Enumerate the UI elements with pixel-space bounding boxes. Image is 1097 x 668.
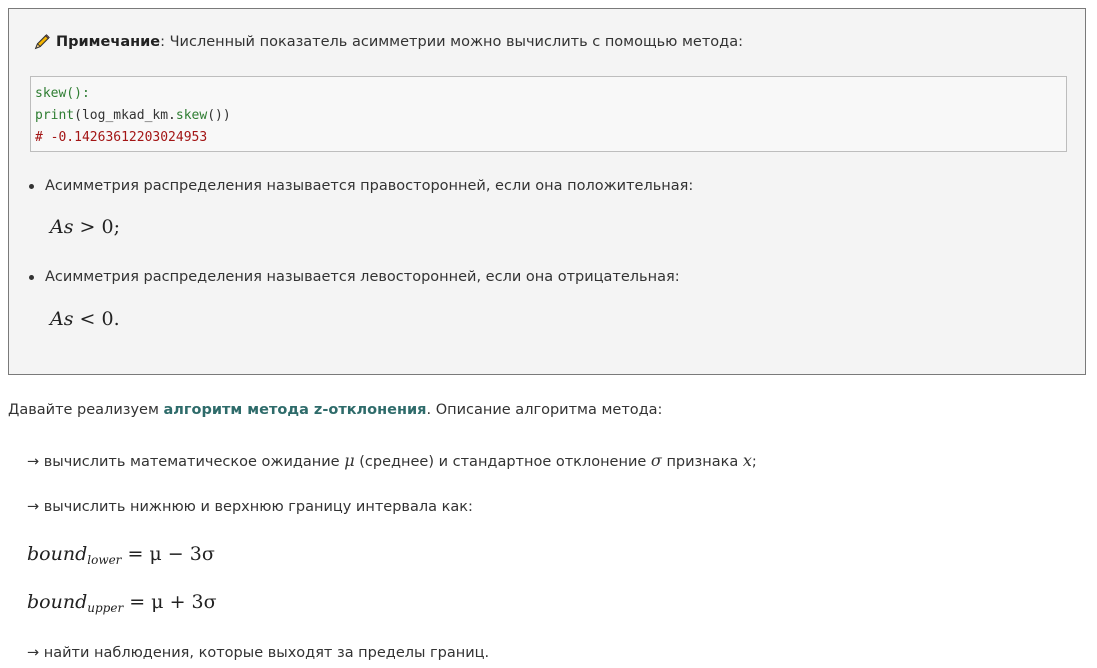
- code-line-3: # -0.14263612203024953: [35, 130, 208, 145]
- formula-bound-lower: boundlower = μ − 3σ: [27, 543, 215, 567]
- bullet-left-skew: Асимметрия распределения называется лево…: [29, 269, 680, 285]
- bullet-dot: [29, 183, 34, 189]
- note-text: : Численный показатель асимметрии можно …: [160, 34, 743, 50]
- formula-bound-upper: boundupper = μ + 3σ: [27, 591, 217, 615]
- code-close: ()): [207, 108, 231, 123]
- note-title: Примечание: [56, 34, 161, 50]
- bullet-right-skew: Асимметрия распределения называется прав…: [29, 178, 693, 194]
- code-skew: skew: [175, 108, 208, 123]
- bullet-dot: [29, 274, 34, 280]
- code-line-1: skew():: [35, 86, 90, 101]
- intro-paragraph: Давайте реализуем алгоритм метода z-откл…: [8, 402, 663, 418]
- algorithm-name: алгоритм метода z-отклонения: [163, 402, 427, 418]
- note-box: Примечание : Численный показатель асимме…: [8, 8, 1086, 375]
- code-arg: (log_mkad_km.: [74, 108, 176, 123]
- bullet-text: Асимметрия распределения называется лево…: [45, 269, 680, 285]
- code-block[interactable]: skew(): print(log_mkad_km.skew()) # -0.1…: [30, 76, 1067, 152]
- code-line-2: print(log_mkad_km.skew()): [35, 105, 1062, 127]
- formula-as-negative: As < 0.: [50, 308, 120, 330]
- pencil-icon: [34, 34, 50, 50]
- bullet-text: Асимметрия распределения называется прав…: [45, 178, 694, 194]
- step-compute-bounds: → вычислить нижнюю и верхнюю границу инт…: [27, 499, 473, 515]
- code-print: print: [35, 108, 75, 123]
- step-find-outliers: → найти наблюдения, которые выходят за п…: [27, 645, 490, 661]
- note-header: Примечание : Численный показатель асимме…: [33, 33, 743, 51]
- formula-as-positive: As > 0;: [50, 216, 120, 238]
- step-compute-mean-std: → вычислить математическое ожидание μ (с…: [27, 451, 757, 470]
